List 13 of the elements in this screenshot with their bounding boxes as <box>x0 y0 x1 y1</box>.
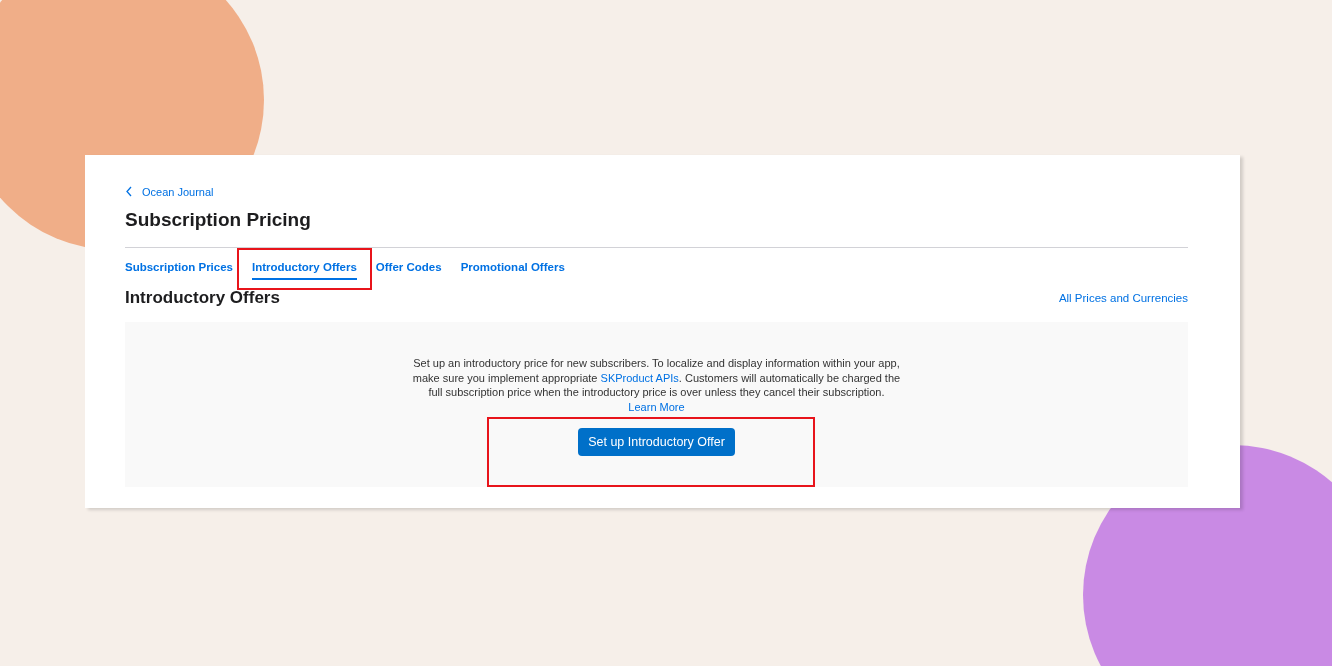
page-title: Subscription Pricing <box>125 209 312 231</box>
description-text: Set up an introductory price for new subscribers. To localize and display information within your app, make sure you implement appropriate SKProduct APIs. Customers will automatically be charged the full subscription price when the introductory price is over unless they cancel their subscription. Learn More <box>411 356 902 414</box>
text-link[interactable]: Learn More <box>628 400 685 413</box>
chevron-left-icon <box>125 186 133 197</box>
section-title: Introductory Offers <box>125 288 280 308</box>
tab[interactable]: Offer Codes <box>375 261 442 280</box>
back-link[interactable]: Ocean Journal <box>125 185 214 198</box>
text-link[interactable]: SKProduct APIs <box>600 371 679 384</box>
all-prices-link[interactable]: All Prices and Currencies <box>1058 292 1188 304</box>
tab[interactable]: Subscription Prices <box>125 261 233 280</box>
setup-offer-button[interactable]: Set up Introductory Offer <box>578 428 735 456</box>
tab[interactable]: Promotional Offers <box>460 261 565 280</box>
tab[interactable]: Introductory Offers <box>252 261 357 280</box>
